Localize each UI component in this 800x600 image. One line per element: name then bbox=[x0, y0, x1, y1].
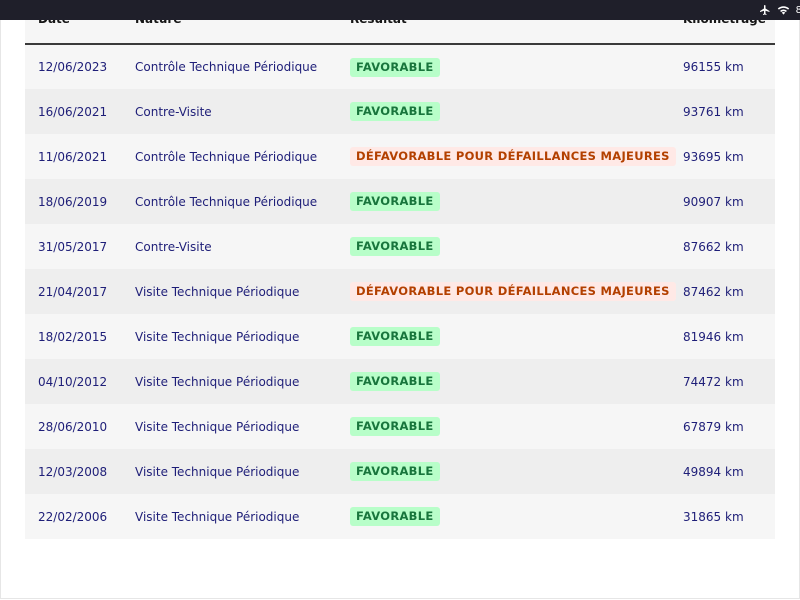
cell-date: 21/04/2017 bbox=[38, 284, 108, 299]
cell-date: 11/06/2021 bbox=[38, 149, 108, 164]
result-badge-favorable: FAVORABLE bbox=[350, 372, 440, 391]
cell-mileage: 49894 km bbox=[683, 464, 744, 479]
cell-nature: Contrôle Technique Périodique bbox=[135, 60, 318, 74]
cell-result: FAVORABLE bbox=[337, 224, 673, 269]
result-badge-favorable: FAVORABLE bbox=[350, 102, 440, 121]
result-badge-defavorable: DÉFAVORABLE POUR DÉFAILLANCES MAJEURES bbox=[350, 282, 676, 301]
table-row: 12/06/2023 Contrôle Technique Périodique F… bbox=[25, 44, 775, 89]
table-row: 28/06/2010 Visite Technique Périodique FAV… bbox=[25, 404, 775, 449]
cell-mileage: 67879 km bbox=[683, 419, 744, 434]
cell-mileage: 96155 km bbox=[683, 60, 744, 74]
table-row: 18/02/2015 Visite Technique Périodique FAV… bbox=[25, 314, 775, 359]
cell-nature: Contre-Visite bbox=[135, 239, 212, 254]
cell-date: 16/06/2021 bbox=[38, 104, 108, 119]
table-row: 04/10/2012 Visite Technique Périodique FAV… bbox=[25, 359, 775, 404]
cell-result: FAVORABLE bbox=[337, 314, 673, 359]
status-bar: 8 bbox=[0, 0, 800, 20]
cell-result: DÉFAVORABLE POUR DÉFAILLANCES MAJEURES bbox=[337, 269, 676, 314]
result-badge-favorable: FAVORABLE bbox=[350, 57, 440, 77]
cell-result: DÉFAVORABLE POUR DÉFAILLANCES MAJEURES bbox=[337, 134, 676, 179]
cell-mileage: 74472 km bbox=[683, 374, 744, 389]
cell-mileage: 81946 km bbox=[683, 329, 744, 344]
cell-result: FAVORABLE bbox=[337, 44, 673, 89]
result-badge-favorable: FAVORABLE bbox=[350, 507, 440, 526]
cell-result: FAVORABLE bbox=[337, 404, 673, 449]
history-table: Date Nature Résultat Kilométrage 12/06/2… bbox=[25, 0, 775, 539]
status-icons: 8 bbox=[759, 2, 800, 18]
cell-mileage: 31865 km bbox=[683, 509, 744, 524]
cell-mileage: 87462 km bbox=[683, 284, 744, 299]
battery-level: 8 bbox=[795, 4, 800, 16]
cell-nature: Visite Technique Périodique bbox=[135, 464, 300, 479]
cell-date: 04/10/2012 bbox=[38, 374, 108, 389]
cell-result: FAVORABLE bbox=[337, 494, 673, 539]
table-row: 11/06/2021 Contrôle Technique Périodique D… bbox=[25, 134, 775, 179]
cell-result: FAVORABLE bbox=[337, 359, 673, 404]
cell-date: 18/06/2019 bbox=[38, 194, 108, 209]
cell-date: 12/06/2023 bbox=[38, 60, 108, 74]
cell-result: FAVORABLE bbox=[337, 449, 673, 494]
cell-result: FAVORABLE bbox=[337, 89, 673, 134]
cell-mileage: 90907 km bbox=[683, 194, 744, 209]
cell-date: 18/02/2015 bbox=[38, 329, 108, 344]
table-row: 22/02/2006 Visite Technique Périodique FAV… bbox=[25, 494, 775, 539]
cell-date: 22/02/2006 bbox=[38, 509, 108, 524]
table-row: 18/06/2019 Contrôle Technique Périodique F… bbox=[25, 179, 775, 224]
cell-nature: Contre-Visite bbox=[135, 104, 212, 119]
cell-mileage: 87662 km bbox=[683, 239, 744, 254]
result-badge-defavorable: DÉFAVORABLE POUR DÉFAILLANCES MAJEURES bbox=[350, 147, 676, 166]
result-badge-favorable: FAVORABLE bbox=[350, 192, 440, 211]
wifi-icon bbox=[777, 4, 790, 16]
result-badge-favorable: FAVORABLE bbox=[350, 417, 440, 436]
table-row: 16/06/2021 Contre-Visite FAVORABLE 93761 km bbox=[25, 89, 775, 134]
table-body: 12/06/2023 Contrôle Technique Périodique F… bbox=[25, 44, 775, 539]
table-row: 12/03/2008 Visite Technique Périodique FAV… bbox=[25, 449, 775, 494]
cell-nature: Contrôle Technique Périodique bbox=[135, 194, 318, 209]
cell-nature: Visite Technique Périodique bbox=[135, 509, 300, 524]
cell-nature: Visite Technique Périodique bbox=[135, 329, 300, 344]
cell-result: FAVORABLE bbox=[337, 179, 673, 224]
cell-date: 31/05/2017 bbox=[38, 239, 108, 254]
table-row: 31/05/2017 Contre-Visite FAVORABLE 87662 km bbox=[25, 224, 775, 269]
cell-nature: Visite Technique Périodique bbox=[135, 284, 300, 299]
cell-date: 12/03/2008 bbox=[38, 464, 108, 479]
table-row: 21/04/2017 Visite Technique Périodique DÉF… bbox=[25, 269, 775, 314]
result-badge-favorable: FAVORABLE bbox=[350, 237, 440, 256]
cell-mileage: 93695 km bbox=[683, 149, 744, 164]
result-badge-favorable: FAVORABLE bbox=[350, 327, 440, 346]
cell-nature: Visite Technique Périodique bbox=[135, 374, 300, 389]
cell-date: 28/06/2010 bbox=[38, 419, 108, 434]
result-badge-favorable: FAVORABLE bbox=[350, 462, 440, 481]
cell-nature: Visite Technique Périodique bbox=[135, 419, 300, 434]
cell-mileage: 93761 km bbox=[683, 104, 744, 119]
inspection-history-table: Date Nature Résultat Kilométrage 12/06/2… bbox=[25, 0, 775, 539]
cell-nature: Contrôle Technique Périodique bbox=[135, 149, 318, 164]
airplane-icon bbox=[759, 4, 771, 16]
